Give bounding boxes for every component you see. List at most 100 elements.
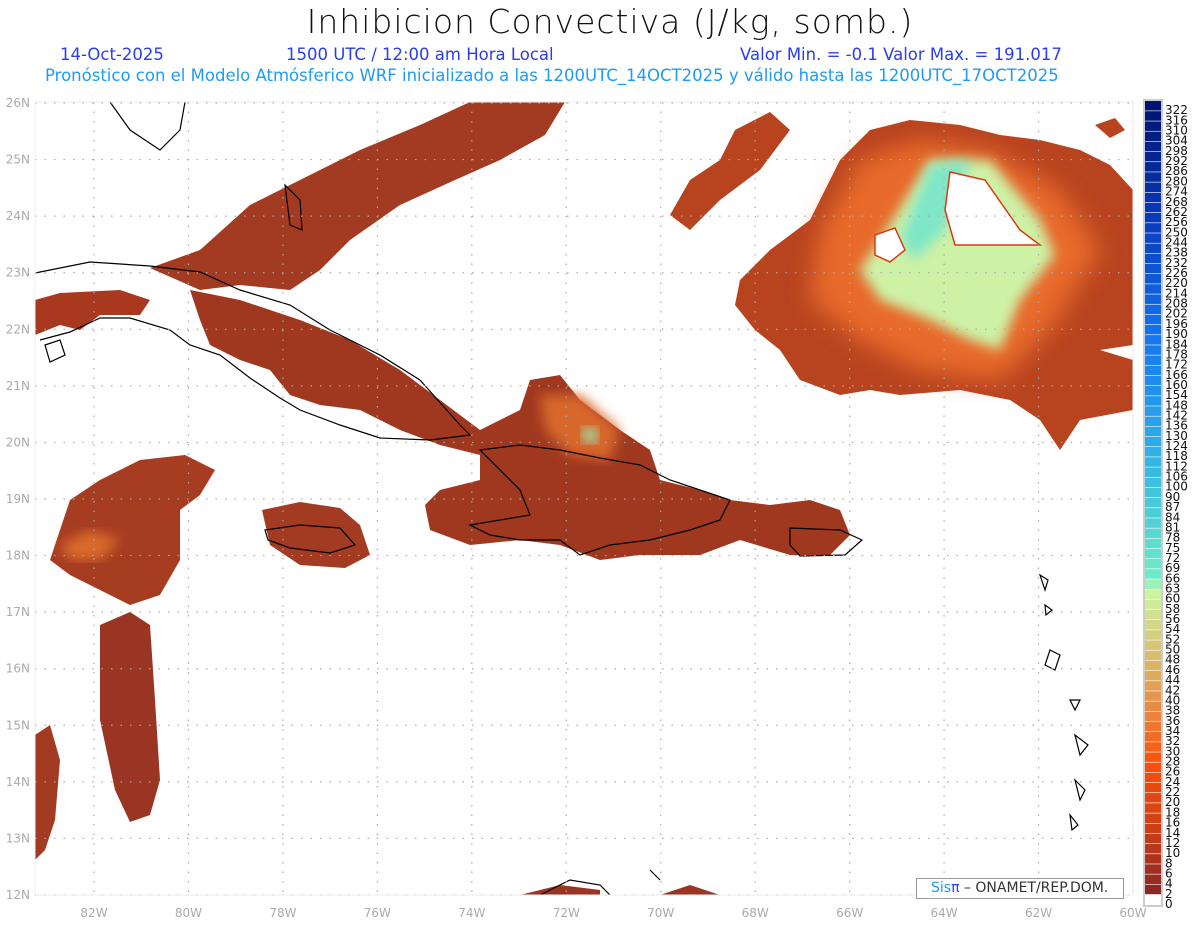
colorbar-swatch bbox=[1145, 406, 1161, 416]
colorbar-swatch bbox=[1145, 884, 1161, 895]
colorbar-swatch bbox=[1145, 782, 1161, 793]
colorbar-swatch bbox=[1145, 172, 1161, 182]
colorbar-swatch bbox=[1145, 742, 1161, 752]
colorbar-swatch bbox=[1145, 843, 1161, 854]
colorbar-swatch bbox=[1145, 233, 1161, 243]
colorbar-swatch bbox=[1145, 721, 1161, 732]
colorbar-swatch bbox=[1145, 711, 1161, 722]
lat-label: 21N bbox=[6, 379, 30, 393]
lon-label: 64W bbox=[931, 906, 958, 920]
colorbar-swatch bbox=[1145, 558, 1161, 569]
coastline-isla-juventud bbox=[44, 339, 66, 363]
colorbar-swatch bbox=[1145, 894, 1161, 905]
lat-label: 15N bbox=[6, 718, 30, 732]
colorbar-swatch bbox=[1145, 518, 1161, 528]
lon-label: 70W bbox=[647, 906, 674, 920]
credit-box: Sisπ – ONAMET/REP.DOM. bbox=[916, 878, 1124, 899]
colorbar-swatch bbox=[1145, 548, 1161, 559]
colorbar-swatch bbox=[1145, 670, 1161, 681]
colorbar-swatch bbox=[1145, 731, 1161, 742]
cin-region-honduras bbox=[35, 725, 60, 860]
colorbar-swatch bbox=[1145, 274, 1161, 284]
lon-label: 62W bbox=[1025, 906, 1052, 920]
lon-label: 76W bbox=[364, 906, 391, 920]
lat-label: 20N bbox=[6, 435, 30, 449]
lon-label: 66W bbox=[836, 906, 863, 920]
colorbar-swatch bbox=[1145, 599, 1161, 610]
colorbar-swatch bbox=[1145, 660, 1161, 671]
cin-region-west-caribbean bbox=[50, 455, 215, 605]
colorbar-swatch bbox=[1145, 487, 1161, 498]
colorbar-swatch bbox=[1145, 304, 1161, 315]
colorbar-swatch bbox=[1145, 772, 1161, 783]
cin-region-jamaica bbox=[262, 502, 370, 568]
lat-label: 22N bbox=[6, 322, 30, 336]
colorbar-swatch bbox=[1145, 691, 1161, 701]
colorbar-swatch bbox=[1145, 121, 1161, 131]
cin-region-hispaniola-peak bbox=[582, 427, 598, 443]
colorbar-swatch bbox=[1145, 243, 1161, 254]
colorbar-swatch bbox=[1145, 467, 1161, 477]
colorbar-swatch bbox=[1145, 833, 1161, 844]
colorbar-swatch bbox=[1145, 813, 1161, 823]
colorbar-swatch bbox=[1145, 131, 1161, 142]
lon-label: 74W bbox=[458, 906, 485, 920]
lon-label: 82W bbox=[80, 906, 107, 920]
colorbar-swatch bbox=[1145, 263, 1161, 274]
colorbar-swatch bbox=[1145, 436, 1161, 447]
colorbar-swatch bbox=[1145, 396, 1161, 406]
colorbar-swatch bbox=[1145, 457, 1161, 467]
colorbar-swatch bbox=[1145, 375, 1161, 386]
colorbar-swatch bbox=[1145, 385, 1161, 396]
colorbar-swatch bbox=[1145, 182, 1161, 192]
colorbar-swatch bbox=[1145, 569, 1161, 579]
cin-region-nicaragua-shelf bbox=[100, 612, 160, 822]
colorbar-swatch bbox=[1145, 609, 1161, 620]
cin-region-west-cuba bbox=[35, 290, 150, 335]
colorbar-swatch bbox=[1145, 579, 1161, 589]
map-canvas: 26N 25N 24N 23N 22N 21N 20N 19N 18N 17N 16N 15N 14N 1… bbox=[6, 96, 1188, 920]
colorbar-swatch bbox=[1145, 284, 1161, 294]
colorbar-swatch bbox=[1145, 253, 1161, 264]
colorbar-label: 0 bbox=[1165, 897, 1173, 911]
colorbar-swatch bbox=[1145, 294, 1161, 304]
colorbar-swatch bbox=[1145, 447, 1161, 457]
colorbar-swatch bbox=[1145, 426, 1161, 437]
coastline-lesser-antilles bbox=[1038, 573, 1089, 832]
colorbar-swatch bbox=[1145, 365, 1161, 376]
colorbar-swatch bbox=[1145, 355, 1161, 366]
colorbar-swatch bbox=[1145, 528, 1161, 539]
colorbar-swatch bbox=[1145, 640, 1161, 650]
lat-label: 23N bbox=[6, 266, 30, 280]
colorbar-swatch bbox=[1145, 803, 1161, 813]
lon-label: 72W bbox=[553, 906, 580, 920]
colorbar-swatch bbox=[1145, 416, 1161, 427]
colorbar-swatch bbox=[1145, 630, 1161, 640]
colorbar-swatch bbox=[1145, 823, 1161, 834]
cin-field bbox=[35, 102, 1133, 895]
colorbar-swatch bbox=[1145, 477, 1161, 488]
lat-label: 26N bbox=[6, 96, 30, 110]
colorbar-swatch bbox=[1145, 508, 1161, 518]
colorbar-swatch bbox=[1145, 620, 1161, 630]
cin-region-north-2 bbox=[1095, 118, 1125, 138]
colorbar-swatch bbox=[1145, 538, 1161, 549]
lat-label: 14N bbox=[6, 775, 30, 789]
lat-label: 25N bbox=[6, 153, 30, 167]
lat-label: 18N bbox=[6, 549, 30, 563]
colorbar-swatch bbox=[1145, 793, 1161, 803]
colorbar-swatch bbox=[1145, 701, 1161, 712]
lat-label: 24N bbox=[6, 209, 30, 223]
lat-label: 12N bbox=[6, 888, 30, 902]
colorbar-swatch bbox=[1145, 324, 1161, 335]
colorbar-swatch bbox=[1145, 752, 1161, 762]
lat-label: 19N bbox=[6, 492, 30, 506]
colorbar-swatch bbox=[1145, 681, 1161, 691]
cin-region-bahamas bbox=[150, 102, 565, 290]
colorbar-swatch bbox=[1145, 202, 1161, 213]
colorbar-swatch bbox=[1145, 111, 1161, 121]
colorbar-swatch bbox=[1145, 192, 1161, 203]
colorbar-swatch bbox=[1145, 101, 1161, 111]
colorbar-swatch bbox=[1145, 497, 1161, 508]
colorbar-swatch bbox=[1145, 854, 1161, 864]
